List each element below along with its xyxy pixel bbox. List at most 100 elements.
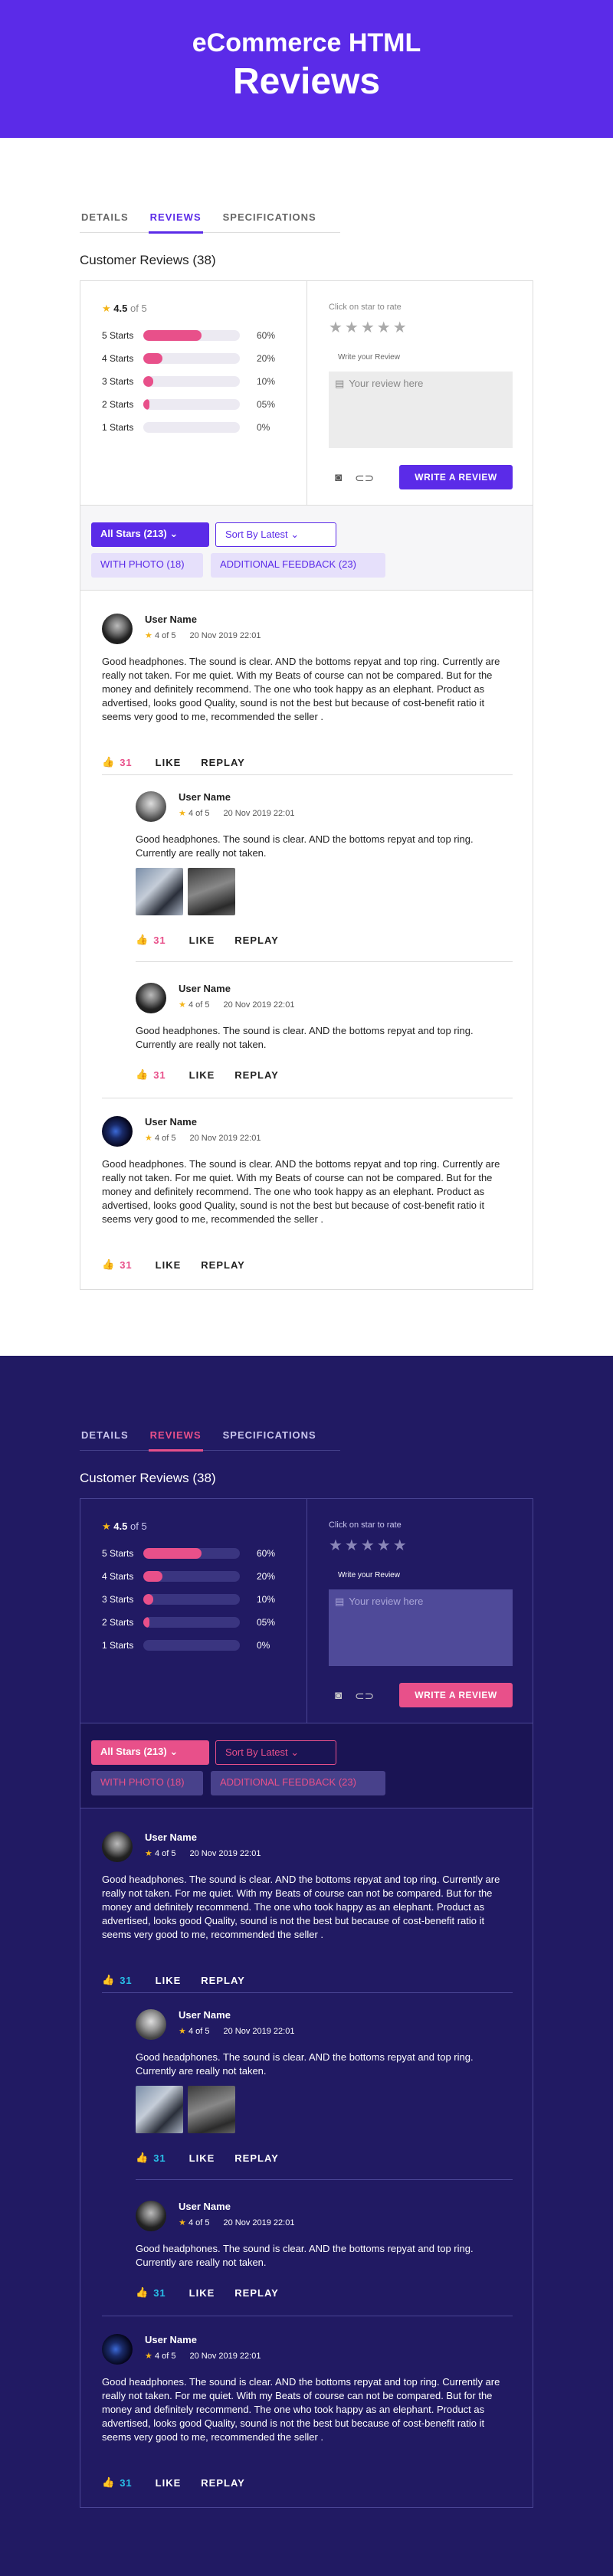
rating-bar-1: 1 Starts 0% [102,422,286,433]
like-button[interactable]: LIKE [156,1975,182,1986]
review-text: Good headphones. The sound is clear. AND… [136,1025,474,1050]
all-stars-dropdown[interactable]: All Stars (213) ⌄ [91,522,209,547]
write-review-button[interactable]: WRITE A REVIEW [399,465,513,489]
review-photos [136,2086,240,2133]
rating-bar-fill [143,1594,153,1605]
thumbs-up-icon[interactable]: 👍 [136,2152,149,2164]
star-icon: ★ [179,1000,186,1010]
review-text: Good headphones. The sound is clear. AND… [102,2376,500,2443]
all-stars-label: All Stars (213) [100,528,167,539]
tab-specifications[interactable]: SPECIFICATIONS [221,207,318,233]
review-text: Good headphones. The sound is clear. AND… [102,656,500,722]
attach-icon[interactable]: ⊂⊃ [355,1689,374,1703]
with-photo-filter[interactable]: WITH PHOTO (18) [91,553,203,578]
sort-dropdown[interactable]: Sort By Latest ⌄ [215,1740,336,1765]
like-button[interactable]: LIKE [189,2152,215,2164]
rating-bar-2: 2 Starts 05% [102,399,286,410]
rating-bar-label: 5 Starts [102,1548,134,1559]
replay-button[interactable]: REPLAY [234,2287,279,2299]
review-textarea[interactable]: ▤ Your review here [329,1589,513,1666]
comment-icon: ▤ [335,378,345,389]
review-rating: 4 of 5 [188,809,210,818]
review-date: 20 Nov 2019 22:01 [223,809,295,818]
avatar [102,2334,133,2365]
avatar [136,791,166,822]
thumbs-up-icon[interactable]: 👍 [102,1974,115,1986]
review-photo[interactable] [188,868,235,915]
rating-bar-label: 3 Starts [102,1594,134,1605]
tab-reviews[interactable]: REVIEWS [148,1425,203,1452]
star-icon: ★ [179,2218,186,2227]
additional-feedback-filter[interactable]: ADDITIONAL FEEDBACK (23) [211,553,385,578]
click-star-hint: Click on star to rate [329,303,402,312]
customer-reviews-title: Customer Reviews (38) [80,1471,216,1485]
replay-button[interactable]: REPLAY [234,2152,279,2164]
review-meta: ★ 4 of 5 20 Nov 2019 22:01 [179,2218,294,2227]
rating-bar-label: 1 Starts [102,422,134,433]
replay-button[interactable]: REPLAY [234,934,279,946]
replay-button[interactable]: REPLAY [201,1259,245,1271]
thumbs-up-icon[interactable]: 👍 [102,756,115,768]
average-rating: ★ 4.5 of 5 [102,1520,147,1533]
review-user-name: User Name [145,1116,197,1128]
like-button[interactable]: LIKE [156,2477,182,2489]
thumbs-up-icon[interactable]: 👍 [102,2476,115,2489]
all-stars-label: All Stars (213) [100,1746,167,1757]
like-button[interactable]: LIKE [189,934,215,946]
star-icon: ★ [145,631,152,640]
replay-button[interactable]: REPLAY [201,2477,245,2489]
review-text: Good headphones. The sound is clear. AND… [102,1158,500,1225]
thumbs-up-icon[interactable]: 👍 [136,1069,149,1081]
review-rating: 4 of 5 [154,631,176,640]
review-date: 20 Nov 2019 22:01 [189,2352,261,2361]
like-button[interactable]: LIKE [189,1069,215,1081]
sort-dropdown[interactable]: Sort By Latest ⌄ [215,522,336,547]
thumbs-up-icon[interactable]: 👍 [136,934,149,946]
replay-button[interactable]: REPLAY [201,1975,245,1986]
all-stars-dropdown[interactable]: All Stars (213) ⌄ [91,1740,209,1765]
tab-details[interactable]: DETAILS [80,1425,130,1451]
rating-bar-1: 1 Starts 0% [102,1640,286,1651]
write-review-box: Click on star to rate ★★★★★ Write your R… [307,281,533,505]
review-text: Good headphones. The sound is clear. AND… [102,1874,500,1940]
tab-details[interactable]: DETAILS [80,207,130,233]
star-icon: ★ [145,1134,152,1143]
like-button[interactable]: LIKE [189,2287,215,2299]
review-item: User Name ★ 4 of 5 20 Nov 2019 22:01 Good… [102,1831,516,1992]
tab-reviews[interactable]: REVIEWS [148,207,203,234]
review-text: Good headphones. The sound is clear. AND… [136,833,474,859]
rate-stars[interactable]: ★★★★★ [329,318,409,337]
review-photo[interactable] [188,2086,235,2133]
review-item: User Name ★ 4 of 5 20 Nov 2019 22:01 Good… [102,1116,516,1277]
review-textarea[interactable]: ▤ Your review here [329,372,513,448]
additional-feedback-filter[interactable]: ADDITIONAL FEEDBACK (23) [211,1771,385,1795]
review-filters: All Stars (213) ⌄ Sort By Latest ⌄ WITH … [80,1723,533,1808]
star-icon: ★ [102,303,111,314]
tab-specifications[interactable]: SPECIFICATIONS [221,1425,318,1451]
review-photo[interactable] [136,868,183,915]
like-button[interactable]: LIKE [156,1259,182,1271]
review-actions: 👍 31 LIKE REPLAY [102,2476,245,2489]
review-meta: ★ 4 of 5 20 Nov 2019 22:01 [145,2351,261,2361]
replay-button[interactable]: REPLAY [201,757,245,768]
with-photo-filter[interactable]: WITH PHOTO (18) [91,1771,203,1795]
average-of: of 5 [129,1520,147,1532]
write-review-button[interactable]: WRITE A REVIEW [399,1683,513,1707]
attach-icon[interactable]: ⊂⊃ [355,471,374,485]
hero-banner: eCommerce HTML Reviews [0,0,613,138]
like-count: 31 [120,1259,133,1271]
review-rating: 4 of 5 [188,1000,210,1010]
review-meta: ★ 4 of 5 20 Nov 2019 22:01 [179,808,294,818]
rate-stars[interactable]: ★★★★★ [329,1536,409,1555]
camera-icon[interactable]: ◙ [335,1689,342,1702]
replay-button[interactable]: REPLAY [234,1069,279,1081]
thumbs-up-icon[interactable]: 👍 [102,1259,115,1271]
review-photo[interactable] [136,2086,183,2133]
thumbs-up-icon[interactable]: 👍 [136,2286,149,2299]
rating-bar-fill [143,353,163,364]
like-button[interactable]: LIKE [156,757,182,768]
review-meta: ★ 4 of 5 20 Nov 2019 22:01 [179,1000,294,1010]
avatar [102,1831,133,1862]
camera-icon[interactable]: ◙ [335,471,342,484]
review-actions: 👍 31 LIKE REPLAY [102,1259,245,1271]
